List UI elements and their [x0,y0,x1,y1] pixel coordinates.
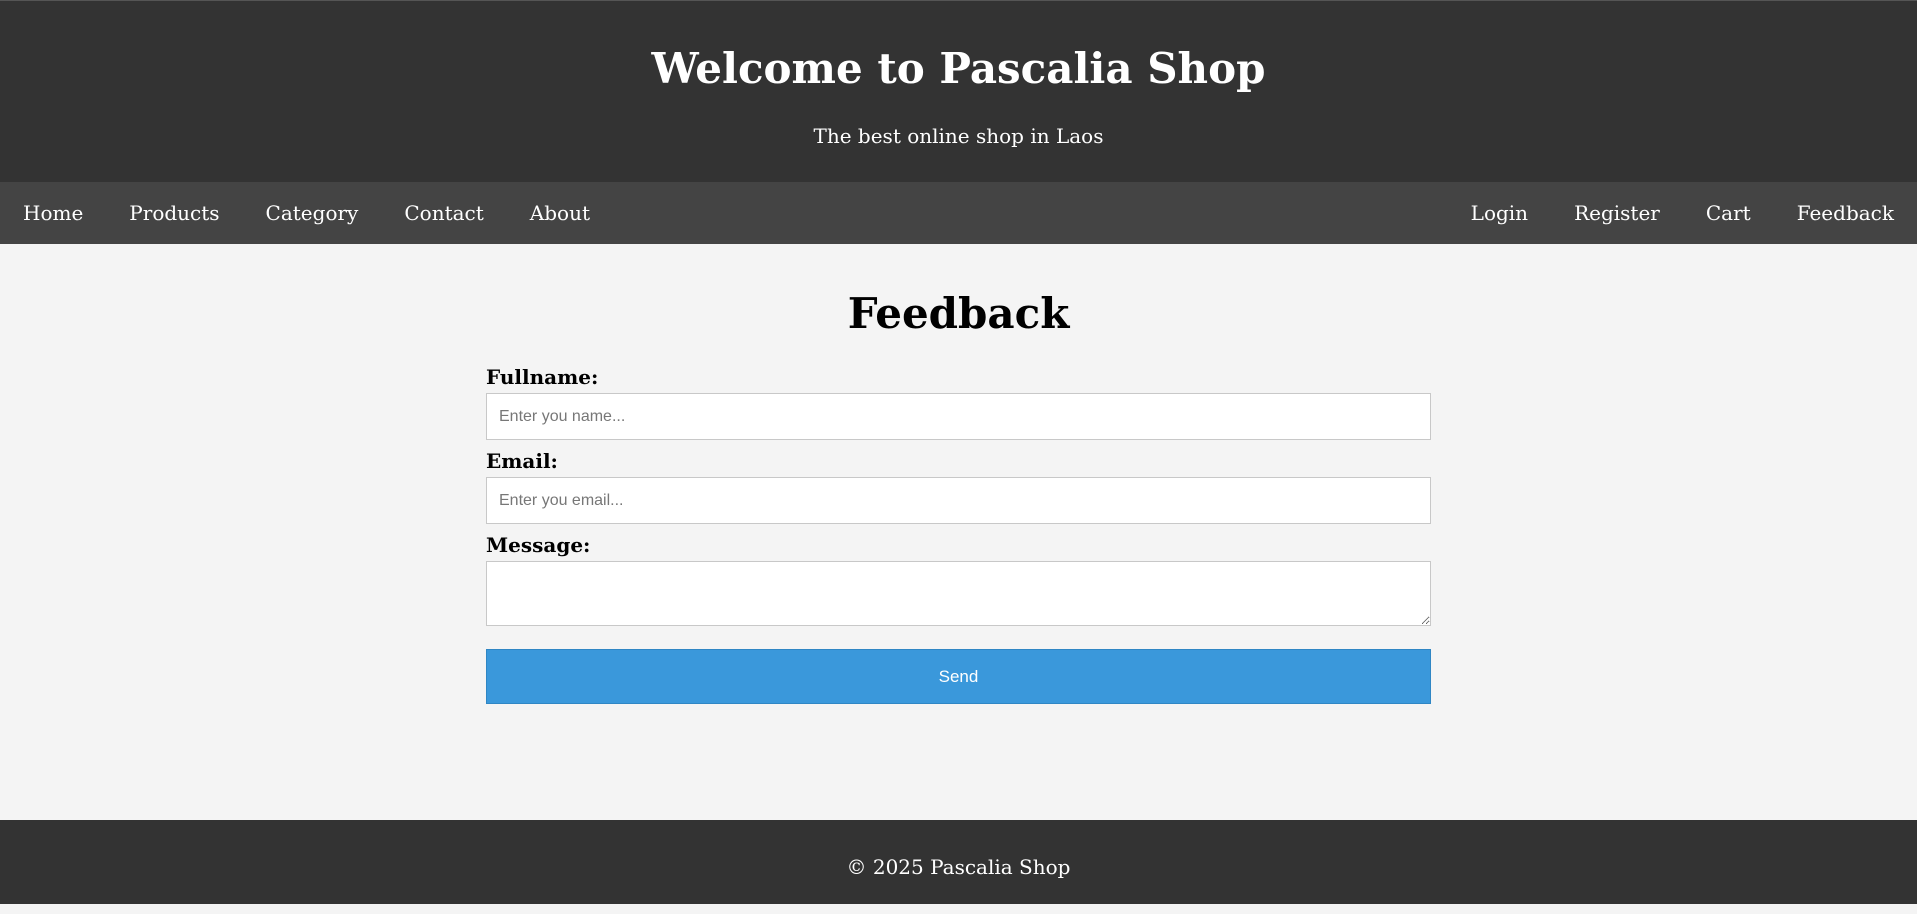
nav-link-login[interactable]: Login [1448,182,1551,244]
feedback-form: Fullname: Email: Message: Send [486,364,1431,704]
nav-link-about[interactable]: About [507,182,613,244]
nav-link-register[interactable]: Register [1551,182,1683,244]
email-label: Email: [486,449,558,473]
nav-link-products[interactable]: Products [106,182,242,244]
nav-link-category[interactable]: Category [243,182,382,244]
main-navbar: Home Products Category Contact About Log… [0,182,1917,244]
site-subtitle: The best online shop in Laos [813,124,1104,148]
message-textarea[interactable] [486,561,1431,626]
fullname-input[interactable] [486,393,1431,440]
page-title: Feedback [847,289,1070,338]
email-input[interactable] [486,477,1431,524]
message-label: Message: [486,533,591,557]
nav-right-group: Login Register Cart Feedback [1448,182,1917,244]
nav-link-home[interactable]: Home [0,182,106,244]
nav-left-group: Home Products Category Contact About [0,182,613,244]
footer-copyright: © 2025 Pascalia Shop [846,855,1071,879]
site-footer: © 2025 Pascalia Shop [0,820,1917,904]
site-title: Welcome to Pascalia Shop [651,44,1266,93]
nav-link-cart[interactable]: Cart [1683,182,1774,244]
nav-link-feedback[interactable]: Feedback [1774,182,1917,244]
fullname-label: Fullname: [486,365,599,389]
send-button[interactable]: Send [486,649,1431,704]
main-content: Feedback Fullname: Email: Message: Send [0,244,1917,820]
site-header: Welcome to Pascalia Shop The best online… [0,0,1917,182]
nav-link-contact[interactable]: Contact [381,182,506,244]
